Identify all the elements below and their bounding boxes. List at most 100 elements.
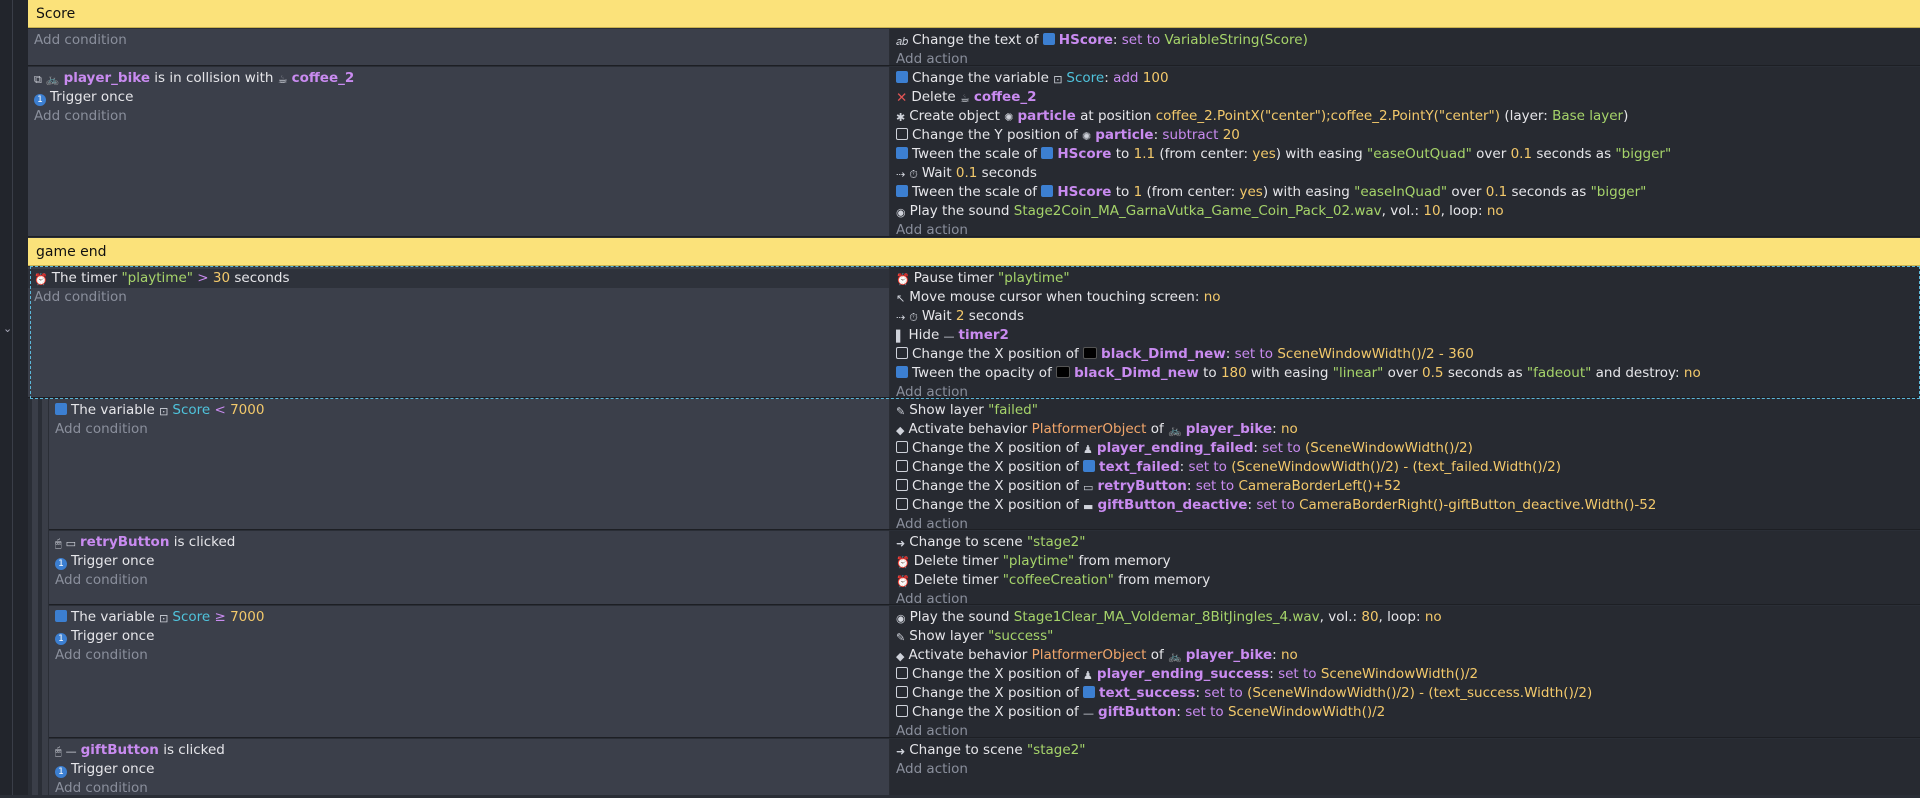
scene-variable-icon: ⊡ — [159, 405, 169, 418]
action-change-x[interactable]: Change the X position of — giftButton: se… — [896, 703, 1914, 722]
coffee-icon: ☕ — [959, 92, 970, 105]
action-activate-behavior[interactable]: ◆ Activate behavior PlatformerObject of 🚲… — [896, 646, 1914, 665]
variable-icon — [55, 610, 67, 622]
subevent-bar — [42, 399, 48, 795]
condition-clicked[interactable]: 🖱 ▭ retryButton is clicked — [55, 533, 883, 552]
action-change-y[interactable]: Change the Y position of ✺ particle: subt… — [896, 126, 1914, 145]
event-7[interactable]: 🖱 — giftButton is clicked 1 Trigger once Ad… — [49, 739, 1920, 798]
event-4[interactable]: The variable ⊡ Score < 7000 Add condition… — [49, 399, 1920, 532]
add-condition-link[interactable]: Add condition — [55, 571, 883, 590]
condition-trigger-once[interactable]: 1 Trigger once — [34, 88, 883, 107]
player-icon: ♟ — [1083, 669, 1093, 682]
condition-variable-gte[interactable]: The variable ⊡ Score ≥ 7000 — [55, 608, 883, 627]
action-change-x[interactable]: Change the X position of ♟ player_ending_… — [896, 439, 1914, 458]
collapse-chevron-icon[interactable]: ⌄ — [3, 322, 12, 335]
trigger-once-icon: 1 — [55, 558, 67, 570]
text-object-icon — [1041, 185, 1054, 197]
clock-icon: ⏱ — [909, 168, 918, 181]
actions-panel: ✎ Show layer "failed" ◆ Activate behavior … — [890, 399, 1920, 532]
scene-variable-icon: ⊡ — [1053, 73, 1063, 86]
action-pause-timer[interactable]: ⏰ Pause timer "playtime" — [896, 269, 1914, 288]
text-object-icon — [1041, 147, 1054, 159]
conditions-panel: 🖱 — giftButton is clicked 1 Trigger once Ad… — [49, 739, 890, 798]
add-condition-link[interactable]: Add condition — [34, 31, 883, 50]
action-tween-scale[interactable]: Tween the scale of HScore to 1 (from cen… — [896, 183, 1914, 202]
action-change-variable[interactable]: Change the variable ⊡ Score: add 100 — [896, 69, 1914, 88]
action-change-text[interactable]: 𝑎𝑏 Change the text of HScore: set to Vari… — [896, 31, 1914, 50]
action-show-layer[interactable]: ✎ Show layer "failed" — [896, 401, 1914, 420]
actions-panel: ◉ Play the sound Stage1Clear_MA_Voldemar_… — [890, 606, 1920, 739]
action-tween-scale[interactable]: Tween the scale of HScore to 1.1 (from c… — [896, 145, 1914, 164]
action-create-object[interactable]: ✱ Create object ✺ particle at position cof… — [896, 107, 1914, 126]
action-play-sound[interactable]: ◉ Play the sound Stage1Clear_MA_Voldemar_… — [896, 608, 1914, 627]
action-change-x[interactable]: Change the X position of ▬ giftButton_dea… — [896, 496, 1914, 515]
event-1[interactable]: Add condition 𝑎𝑏 Change the text of HScor… — [28, 29, 1920, 67]
action-wait[interactable]: ⇢ ⏱ Wait 0.1 seconds — [896, 164, 1914, 183]
add-action-link[interactable]: Add action — [896, 760, 1914, 779]
checkbox-icon — [896, 441, 908, 453]
add-condition-link[interactable]: Add condition — [55, 779, 883, 798]
bike-icon: 🚲 — [1168, 650, 1182, 663]
trigger-once-icon: 1 — [55, 633, 67, 645]
sound-icon: ◉ — [896, 612, 906, 625]
comment-score[interactable]: Score — [28, 0, 1920, 28]
event-3[interactable]: ⏰ The timer "playtime" > 30 seconds Add c… — [28, 267, 1920, 400]
variable-icon — [55, 403, 67, 415]
action-change-scene[interactable]: ➜ Change to scene "stage2" — [896, 533, 1914, 552]
condition-clicked[interactable]: 🖱 — giftButton is clicked — [55, 741, 883, 760]
add-condition-link[interactable]: Add condition — [34, 107, 883, 126]
condition-timer[interactable]: ⏰ The timer "playtime" > 30 seconds — [28, 269, 889, 288]
condition-variable-less[interactable]: The variable ⊡ Score < 7000 — [55, 401, 883, 420]
condition-trigger-once[interactable]: 1 Trigger once — [55, 760, 883, 779]
action-show-layer[interactable]: ✎ Show layer "success" — [896, 627, 1914, 646]
condition-trigger-once[interactable]: 1 Trigger once — [55, 552, 883, 571]
action-delete-timer[interactable]: ⏰ Delete timer "playtime" from memory — [896, 552, 1914, 571]
action-move-cursor[interactable]: ↖ Move mouse cursor when touching screen:… — [896, 288, 1914, 307]
action-change-x[interactable]: Change the X position of ♟ player_ending_… — [896, 665, 1914, 684]
event-2[interactable]: ⧉ 🚲 player_bike is in collision with ☕ coff… — [28, 67, 1920, 238]
condition-trigger-once[interactable]: 1 Trigger once — [55, 627, 883, 646]
checkbox-icon — [896, 686, 908, 698]
action-play-sound[interactable]: ◉ Play the sound Stage2Coin_MA_GarnaVutka… — [896, 202, 1914, 221]
particle-icon: ✺ — [1004, 111, 1014, 124]
action-change-x[interactable]: Change the X position of black_Dimd_new:… — [896, 345, 1914, 364]
event-5[interactable]: 🖱 ▭ retryButton is clicked 1 Trigger once A… — [49, 531, 1920, 607]
actions-panel: Change the variable ⊡ Score: add 100 ✕ Del… — [890, 67, 1920, 238]
comment-text: Score — [36, 6, 76, 22]
action-wait[interactable]: ⇢ ⏱ Wait 2 seconds — [896, 307, 1914, 326]
gift-button-icon: — — [1083, 707, 1095, 720]
action-change-scene[interactable]: ➜ Change to scene "stage2" — [896, 741, 1914, 760]
timer-icon: ⏰ — [34, 273, 48, 286]
condition-collision[interactable]: ⧉ 🚲 player_bike is in collision with ☕ coff… — [34, 69, 883, 88]
tween-icon — [896, 366, 908, 378]
subevent-bar — [32, 399, 38, 795]
action-tween-opacity[interactable]: Tween the opacity of black_Dimd_new to 1… — [896, 364, 1914, 383]
add-condition-link[interactable]: Add condition — [55, 646, 883, 665]
conditions-panel: Add condition — [28, 29, 890, 65]
variable-icon — [896, 71, 908, 83]
text-object-icon — [1083, 686, 1096, 698]
add-condition-link[interactable]: Add condition — [55, 420, 883, 439]
action-change-x[interactable]: Change the X position of ▭ retryButton: s… — [896, 477, 1914, 496]
gift-button-icon: — — [65, 745, 77, 758]
events-sheet: Score Add condition 𝑎𝑏 Change the text of… — [28, 0, 1920, 798]
scene-icon: ➜ — [896, 537, 906, 550]
add-condition-link[interactable]: Add condition — [34, 288, 883, 307]
action-activate-behavior[interactable]: ◆ Activate behavior PlatformerObject of 🚲… — [896, 420, 1914, 439]
conditions-panel: The variable ⊡ Score ≥ 7000 1 Trigger once… — [49, 606, 890, 737]
timer-icon: ⏰ — [896, 556, 910, 569]
action-delete-object[interactable]: ✕ Delete ☕ coffee_2 — [896, 88, 1914, 107]
scene-variable-icon: ⊡ — [159, 612, 169, 625]
action-delete-timer[interactable]: ⏰ Delete timer "coffeeCreation" from memo… — [896, 571, 1914, 590]
event-6[interactable]: The variable ⊡ Score ≥ 7000 1 Trigger once… — [49, 606, 1920, 739]
bike-icon: 🚲 — [45, 73, 60, 86]
black-sprite-icon — [1083, 347, 1098, 359]
action-change-x[interactable]: Change the X position of text_failed: se… — [896, 458, 1914, 477]
conditions-panel: ⏰ The timer "playtime" > 30 seconds Add c… — [28, 267, 890, 397]
actions-panel: ➜ Change to scene "stage2" ⏰ Delete timer … — [890, 531, 1920, 607]
button-icon: ▬ — [1083, 500, 1094, 513]
conditions-panel: ⧉ 🚲 player_bike is in collision with ☕ coff… — [28, 67, 890, 236]
comment-game-end[interactable]: game end — [28, 238, 1920, 266]
action-hide[interactable]: ▌ Hide — timer2 — [896, 326, 1914, 345]
action-change-x[interactable]: Change the X position of text_success: s… — [896, 684, 1914, 703]
